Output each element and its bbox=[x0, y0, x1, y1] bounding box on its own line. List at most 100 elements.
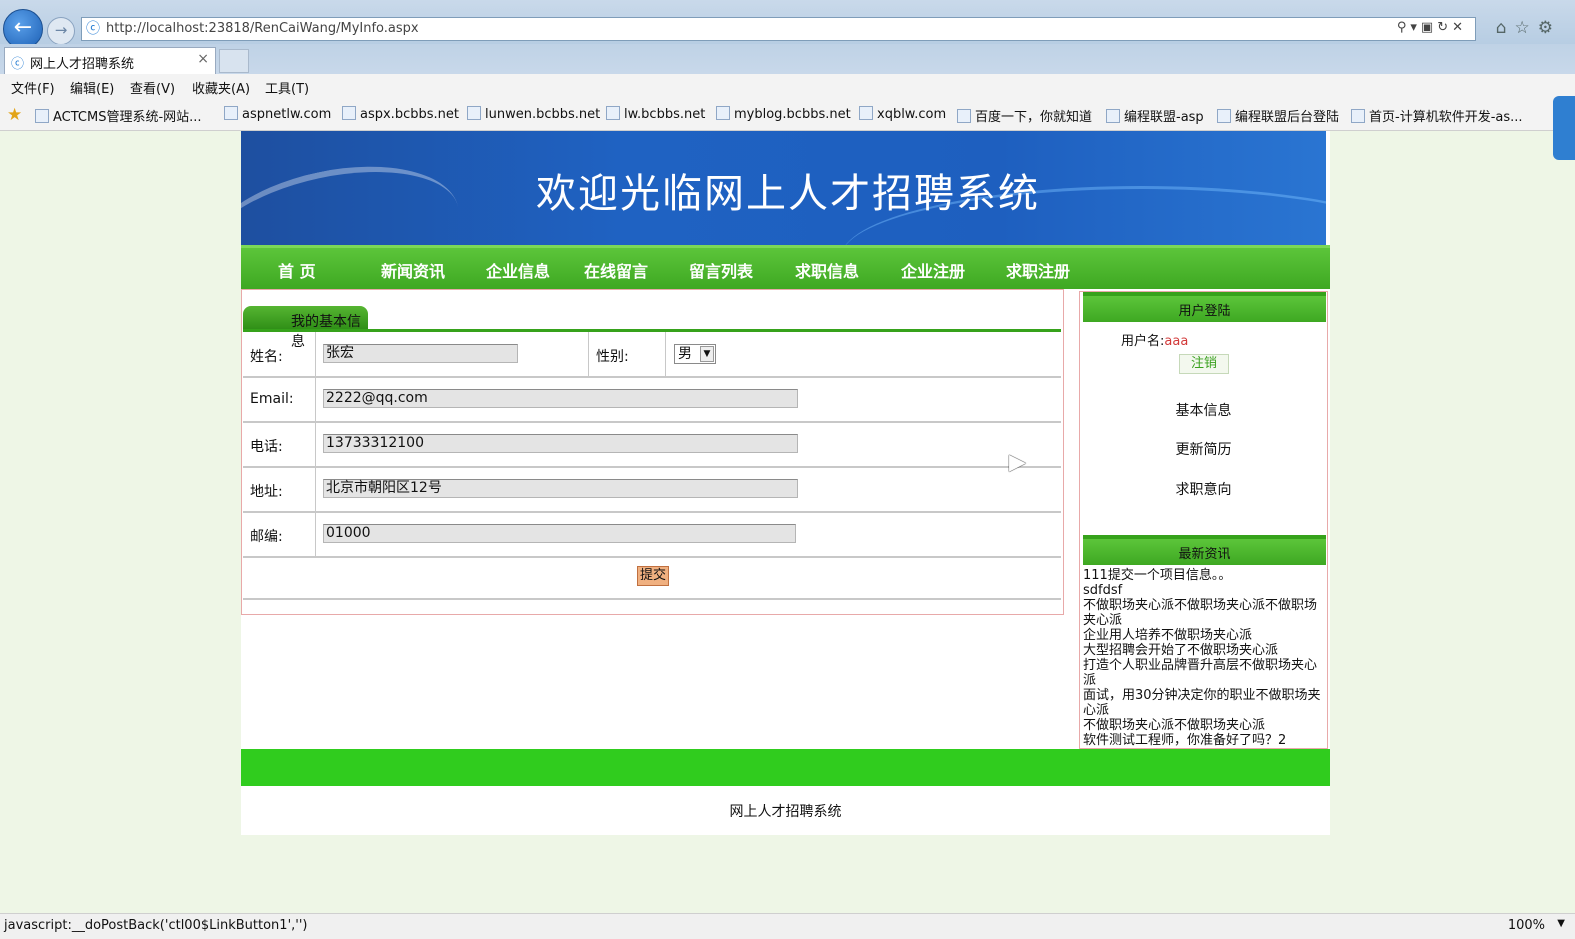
username-display: 用户名:aaa bbox=[1121, 334, 1189, 349]
favorite-link[interactable]: lunwen.bcbbs.net bbox=[467, 106, 600, 122]
news-header: 最新资讯 bbox=[1083, 535, 1326, 565]
page-icon bbox=[957, 109, 971, 123]
back-button[interactable]: ← bbox=[3, 9, 43, 49]
favorite-link[interactable]: aspnetlw.com bbox=[224, 106, 331, 122]
zoom-level[interactable]: 100% bbox=[1508, 918, 1545, 933]
page-icon bbox=[716, 106, 730, 120]
favorite-link[interactable]: aspx.bcbbs.net bbox=[342, 106, 459, 122]
form-row-address: 地址: 北京市朝阳区12号 bbox=[243, 468, 1061, 513]
news-title: 最新资讯 bbox=[1178, 547, 1231, 562]
news-item[interactable]: 不做职场夹心派不做职场夹心派不做职场夹心派 bbox=[1083, 598, 1324, 628]
favorite-link[interactable]: 编程联盟-asp bbox=[1106, 106, 1204, 125]
tab-title: 网上人才招聘系统 bbox=[30, 57, 135, 72]
news-item[interactable]: 企业用人培养不做职场夹心派 bbox=[1083, 628, 1324, 643]
page-icon bbox=[1106, 109, 1120, 123]
url-text: http://localhost:23818/RenCaiWang/MyInfo… bbox=[106, 21, 419, 36]
home-favorites-settings-icons[interactable]: ⌂☆⚙ bbox=[1496, 18, 1561, 38]
tab-close-icon[interactable]: × bbox=[197, 51, 209, 67]
menu-favorites[interactable]: 收藏夹(A) bbox=[192, 78, 250, 97]
submit-button[interactable]: 提交 bbox=[637, 566, 669, 586]
side-panel-tab[interactable] bbox=[1553, 96, 1575, 160]
new-tab-button[interactable] bbox=[219, 49, 249, 73]
tab-strip: ⓒ 网上人才招聘系统 × bbox=[0, 44, 1575, 74]
favorite-link[interactable]: xqblw.com bbox=[859, 106, 946, 122]
menu-bar: 文件(F) 编辑(E) 查看(V) 收藏夹(A) 工具(T) bbox=[0, 74, 1575, 99]
news-item[interactable]: 软件测试工程师，你准备好了吗？2 bbox=[1083, 733, 1324, 748]
form-row-phone: 电话: 13733312100 bbox=[243, 423, 1061, 468]
address-field[interactable]: 北京市朝阳区12号 bbox=[323, 479, 798, 498]
news-item[interactable]: 大型招聘会开始了不做职场夹心派 bbox=[1083, 643, 1324, 658]
nav-seeker-register[interactable]: 求职注册 bbox=[1006, 258, 1070, 282]
news-list: 111提交一个项目信息。。 sdfdsf 不做职场夹心派不做职场夹心派不做职场夹… bbox=[1083, 568, 1324, 748]
gender-label: 性别: bbox=[596, 349, 629, 365]
banner-title: 欢迎光临网上人才招聘系统 bbox=[536, 171, 1040, 217]
nav-home[interactable]: 首 页 bbox=[278, 258, 316, 282]
news-item[interactable]: 不做职场夹心派不做职场夹心派 bbox=[1083, 718, 1324, 733]
news-item[interactable]: sdfdsf bbox=[1083, 583, 1324, 598]
email-label: Email: bbox=[250, 391, 294, 407]
login-header: 用户登陆 bbox=[1083, 292, 1326, 322]
menu-tools[interactable]: 工具(T) bbox=[265, 78, 309, 97]
favorite-link[interactable]: 首页-计算机软件开发-as... bbox=[1351, 106, 1523, 125]
footer-text: 网上人才招聘系统 bbox=[729, 804, 842, 820]
page-container: 欢迎光临网上人才招聘系统 首 页 新闻资讯 企业信息 在线留言 留言列表 求职信… bbox=[241, 131, 1330, 835]
status-bar: javascript:__doPostBack('ctl00$LinkButto… bbox=[0, 913, 1575, 939]
logout-button[interactable]: 注销 bbox=[1179, 354, 1229, 374]
address-bar[interactable]: ⓒ http://localhost:23818/RenCaiWang/MyIn… bbox=[81, 17, 1476, 41]
username-value: aaa bbox=[1164, 334, 1189, 349]
news-item[interactable]: 111提交一个项目信息。。 bbox=[1083, 568, 1324, 583]
form-row-email: Email: 2222@qq.com bbox=[243, 378, 1061, 423]
name-field[interactable]: 张宏 bbox=[323, 344, 518, 363]
nav-company-register[interactable]: 企业注册 bbox=[901, 258, 965, 282]
tab-ie-icon: ⓒ bbox=[11, 57, 25, 72]
sidebar-item-update-resume[interactable]: 更新简历 bbox=[1080, 439, 1327, 459]
nav-message[interactable]: 在线留言 bbox=[584, 258, 648, 282]
menu-file[interactable]: 文件(F) bbox=[11, 78, 55, 97]
nav-jobs[interactable]: 求职信息 bbox=[795, 258, 859, 282]
page-icon bbox=[224, 106, 238, 120]
sidebar-item-basic-info[interactable]: 基本信息 bbox=[1080, 400, 1327, 420]
login-title: 用户登陆 bbox=[1178, 304, 1231, 319]
nav-news[interactable]: 新闻资讯 bbox=[381, 258, 445, 282]
favorite-link[interactable]: ACTCMS管理系统-网站... bbox=[35, 106, 202, 125]
menu-edit[interactable]: 编辑(E) bbox=[70, 78, 114, 97]
gender-select[interactable]: 男 ▼ bbox=[674, 344, 716, 364]
favorite-link[interactable]: 编程联盟后台登陆 bbox=[1217, 106, 1339, 125]
favorite-link[interactable]: lw.bcbbs.net bbox=[606, 106, 705, 122]
chevron-down-icon: ▼ bbox=[700, 346, 714, 362]
page-icon bbox=[859, 106, 873, 120]
phone-label: 电话: bbox=[250, 439, 283, 455]
favorite-link[interactable]: 百度一下，你就知道 bbox=[957, 106, 1092, 125]
news-item[interactable]: 面试，用30分钟决定你的职业不做职场夹心派 bbox=[1083, 688, 1324, 718]
nav-message-list[interactable]: 留言列表 bbox=[689, 258, 753, 282]
chevron-down-icon[interactable]: ▼ bbox=[1557, 918, 1565, 929]
site-nav: 首 页 新闻资讯 企业信息 在线留言 留言列表 求职信息 企业注册 求职注册 bbox=[241, 245, 1330, 289]
favorites-star-icon[interactable]: ★ bbox=[7, 105, 22, 125]
sidebar: 用户登陆 用户名:aaa 注销 基本信息 更新简历 求职意向 最新资讯 111提… bbox=[1079, 291, 1328, 749]
news-item[interactable]: 打造个人职业品牌晋升高层不做职场夹心派 bbox=[1083, 658, 1324, 688]
email-field[interactable]: 2222@qq.com bbox=[323, 389, 798, 408]
favorites-bar: ★ ACTCMS管理系统-网站... aspnetlw.com aspx.bcb… bbox=[0, 99, 1575, 131]
zip-field[interactable]: 01000 bbox=[323, 524, 796, 543]
page-icon bbox=[1351, 109, 1365, 123]
address-tools-icon[interactable]: ⚲▾▣↻✕ bbox=[1397, 20, 1467, 35]
favorite-link[interactable]: myblog.bcbbs.net bbox=[716, 106, 851, 122]
page-icon bbox=[35, 109, 49, 123]
status-text: javascript:__doPostBack('ctl00$LinkButto… bbox=[4, 918, 308, 933]
banner-decoration bbox=[241, 145, 472, 245]
browser-tab[interactable]: ⓒ 网上人才招聘系统 × bbox=[4, 47, 216, 74]
form-row-zip: 邮编: 01000 bbox=[243, 513, 1061, 558]
profile-panel: 我的基本信息 姓名: 张宏 性别: 男 ▼ Email: 2222@qq.com… bbox=[241, 289, 1064, 615]
nav-companies[interactable]: 企业信息 bbox=[486, 258, 550, 282]
page-icon bbox=[342, 106, 356, 120]
menu-view[interactable]: 查看(V) bbox=[130, 78, 175, 97]
browser-toolbar: ← → ⓒ http://localhost:23818/RenCaiWang/… bbox=[0, 0, 1575, 49]
form-row-name: 姓名: 张宏 性别: 男 ▼ bbox=[243, 332, 1061, 378]
phone-field[interactable]: 13733312100 bbox=[323, 434, 798, 453]
page-icon bbox=[467, 106, 481, 120]
footer-bar bbox=[241, 749, 1330, 786]
forward-button[interactable]: → bbox=[47, 17, 75, 45]
site-banner: 欢迎光临网上人才招聘系统 bbox=[241, 131, 1326, 245]
page-icon bbox=[606, 106, 620, 120]
sidebar-item-job-intention[interactable]: 求职意向 bbox=[1080, 479, 1327, 499]
